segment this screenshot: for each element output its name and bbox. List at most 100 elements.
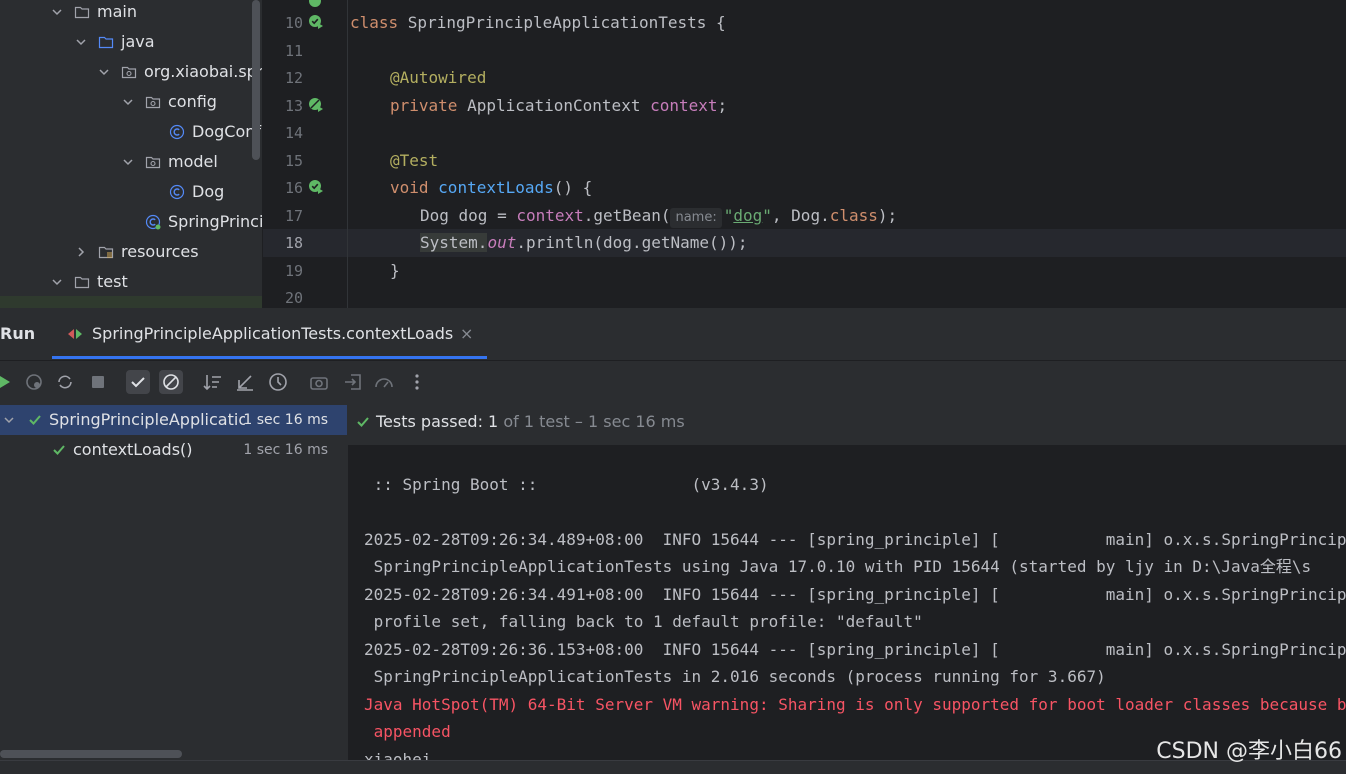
tree-item-label: main bbox=[97, 2, 137, 21]
test-run-icon bbox=[68, 329, 82, 339]
stop-icon[interactable] bbox=[86, 370, 110, 394]
run-test-gutter-icon[interactable] bbox=[308, 14, 324, 30]
line-number: 16 bbox=[284, 179, 303, 197]
punctuation: ); bbox=[877, 206, 898, 225]
tree-item-config[interactable]: config bbox=[0, 87, 262, 117]
static-field: out bbox=[487, 233, 517, 252]
close-icon[interactable]: × bbox=[460, 324, 473, 343]
type-name: ApplicationContext bbox=[467, 96, 651, 115]
camera-icon[interactable] bbox=[307, 370, 331, 394]
code-line-16: void contextLoads() { bbox=[390, 174, 592, 202]
console-line: 2025-02-28T09:26:34.491+08:00 INFO 15644… bbox=[364, 585, 1346, 604]
more-options-icon[interactable] bbox=[405, 370, 429, 394]
run-header: Run SpringPrincipleApplicationTests.cont… bbox=[0, 308, 1346, 361]
code-line-12: @Autowired bbox=[390, 64, 486, 92]
package-icon bbox=[145, 96, 161, 109]
test-case-row[interactable]: contextLoads() 1 sec 16 ms bbox=[0, 435, 347, 465]
punctuation: ; bbox=[717, 96, 728, 115]
sort-icon[interactable] bbox=[201, 370, 225, 394]
tree-item-dog[interactable]: Dog bbox=[0, 177, 262, 207]
run-title: Run bbox=[0, 324, 36, 343]
source-folder-icon bbox=[98, 36, 114, 49]
code-line-18: System.out.println(dog.getName()); bbox=[420, 229, 748, 257]
show-ignored-icon[interactable] bbox=[159, 370, 183, 394]
tree-item-label: config bbox=[168, 92, 217, 111]
folder-icon bbox=[74, 6, 90, 19]
chevron-down-icon bbox=[52, 279, 62, 286]
check-icon bbox=[29, 415, 41, 425]
keyword: void bbox=[390, 178, 439, 197]
tree-item-label: resources bbox=[121, 242, 199, 261]
test-suite-row[interactable]: SpringPrincipleApplicationTests 1 sec 16… bbox=[0, 405, 347, 435]
collapse-all-icon[interactable] bbox=[233, 370, 257, 394]
toggle-auto-test-icon[interactable] bbox=[53, 370, 77, 394]
run-tab-label: SpringPrincipleApplicationTests.contextL… bbox=[92, 324, 454, 343]
run-config-tab[interactable]: SpringPrincipleApplicationTests.contextL… bbox=[52, 308, 487, 360]
spring-class-icon bbox=[145, 214, 161, 230]
string-quote: " bbox=[723, 206, 734, 225]
tree-item-model[interactable]: model bbox=[0, 147, 262, 177]
chevron-down-icon bbox=[99, 69, 109, 76]
tree-scrollbar[interactable] bbox=[0, 750, 182, 758]
code-text: Dog dog = bbox=[420, 206, 517, 225]
folder-icon bbox=[74, 276, 90, 289]
show-passed-icon[interactable] bbox=[126, 370, 150, 394]
annotation: @Autowired bbox=[390, 68, 487, 87]
line-number: 14 bbox=[284, 124, 303, 142]
status-bar-edge bbox=[0, 760, 1346, 774]
tree-item-test[interactable]: test bbox=[0, 267, 262, 297]
tree-item-label: java bbox=[121, 32, 155, 51]
bean-navigation-gutter-icon[interactable] bbox=[308, 97, 324, 113]
console-line: 2025-02-28T09:26:36.153+08:00 INFO 15644… bbox=[364, 640, 1346, 659]
string-quote: " bbox=[762, 206, 772, 225]
code-text: System. bbox=[420, 233, 488, 252]
keyword: private bbox=[390, 96, 468, 115]
test-duration: 1 sec 16 ms bbox=[243, 442, 328, 458]
string-literal[interactable]: dog bbox=[733, 206, 762, 225]
code-text: .println(dog.getName()); bbox=[516, 233, 748, 252]
parameter-hint: name: bbox=[670, 208, 722, 228]
test-suite-label: SpringPrincipleApplicationTests bbox=[49, 410, 245, 429]
test-case-label: contextLoads() bbox=[73, 440, 193, 459]
line-number: 12 bbox=[284, 69, 303, 87]
tree-item-label: model bbox=[168, 152, 218, 171]
tree-item-resources[interactable]: resources bbox=[0, 237, 262, 267]
chevron-down-icon bbox=[4, 417, 14, 424]
tree-item-java[interactable]: java bbox=[0, 27, 262, 57]
annotation: @Test bbox=[390, 151, 439, 170]
chevron-down-icon bbox=[52, 9, 62, 16]
console-line: SpringPrincipleApplicationTests in 2.016… bbox=[364, 667, 1106, 686]
punctuation: () { bbox=[553, 178, 593, 197]
field-name: context bbox=[650, 96, 718, 115]
console-line: 2025-02-28T09:26:34.489+08:00 INFO 15644… bbox=[364, 530, 1346, 549]
test-results-tree: SpringPrincipleApplicationTests 1 sec 16… bbox=[0, 403, 347, 773]
import-tests-icon[interactable] bbox=[341, 370, 365, 394]
tree-item-springprinci[interactable]: SpringPrinci bbox=[0, 207, 262, 237]
code-line-10: class SpringPrincipleApplicationTests { bbox=[350, 9, 726, 37]
code-text: , Dog. bbox=[771, 206, 830, 225]
console-output[interactable]: Tests passed: 1 of 1 test – 1 sec 16 ms … bbox=[348, 403, 1346, 773]
rerun-icon[interactable] bbox=[0, 370, 18, 394]
chevron-right-icon bbox=[78, 247, 85, 257]
code-line-19: } bbox=[390, 257, 400, 285]
field-name: context bbox=[516, 206, 584, 225]
code-line-17: Dog dog = context.getBean(name: "dog", Do… bbox=[420, 202, 897, 230]
run-toolbar bbox=[0, 361, 1346, 403]
rerun-failed-icon[interactable] bbox=[22, 370, 46, 394]
coverage-icon[interactable] bbox=[372, 370, 396, 394]
tree-item-package[interactable]: org.xiaobai.spri bbox=[0, 57, 262, 87]
tree-scrollbar[interactable] bbox=[252, 0, 260, 160]
code-editor[interactable]: 10 11 12 13 14 15 16 17 18 19 20 class S… bbox=[263, 0, 1346, 308]
tree-item-label: SpringPrinci bbox=[168, 212, 262, 231]
keyword: class bbox=[829, 206, 878, 225]
tree-item-dogconf[interactable]: DogConf bbox=[0, 117, 262, 147]
chevron-down-icon bbox=[123, 99, 133, 106]
test-passed-gutter-icon[interactable] bbox=[308, 0, 324, 10]
history-icon[interactable] bbox=[266, 370, 290, 394]
tree-item-main[interactable]: main bbox=[0, 0, 262, 27]
run-test-gutter-icon[interactable] bbox=[308, 179, 324, 195]
chevron-down-icon bbox=[123, 159, 133, 166]
test-duration: 1 sec 16 ms bbox=[243, 412, 328, 428]
line-number: 10 bbox=[284, 14, 303, 32]
gutter-divider bbox=[347, 0, 348, 308]
